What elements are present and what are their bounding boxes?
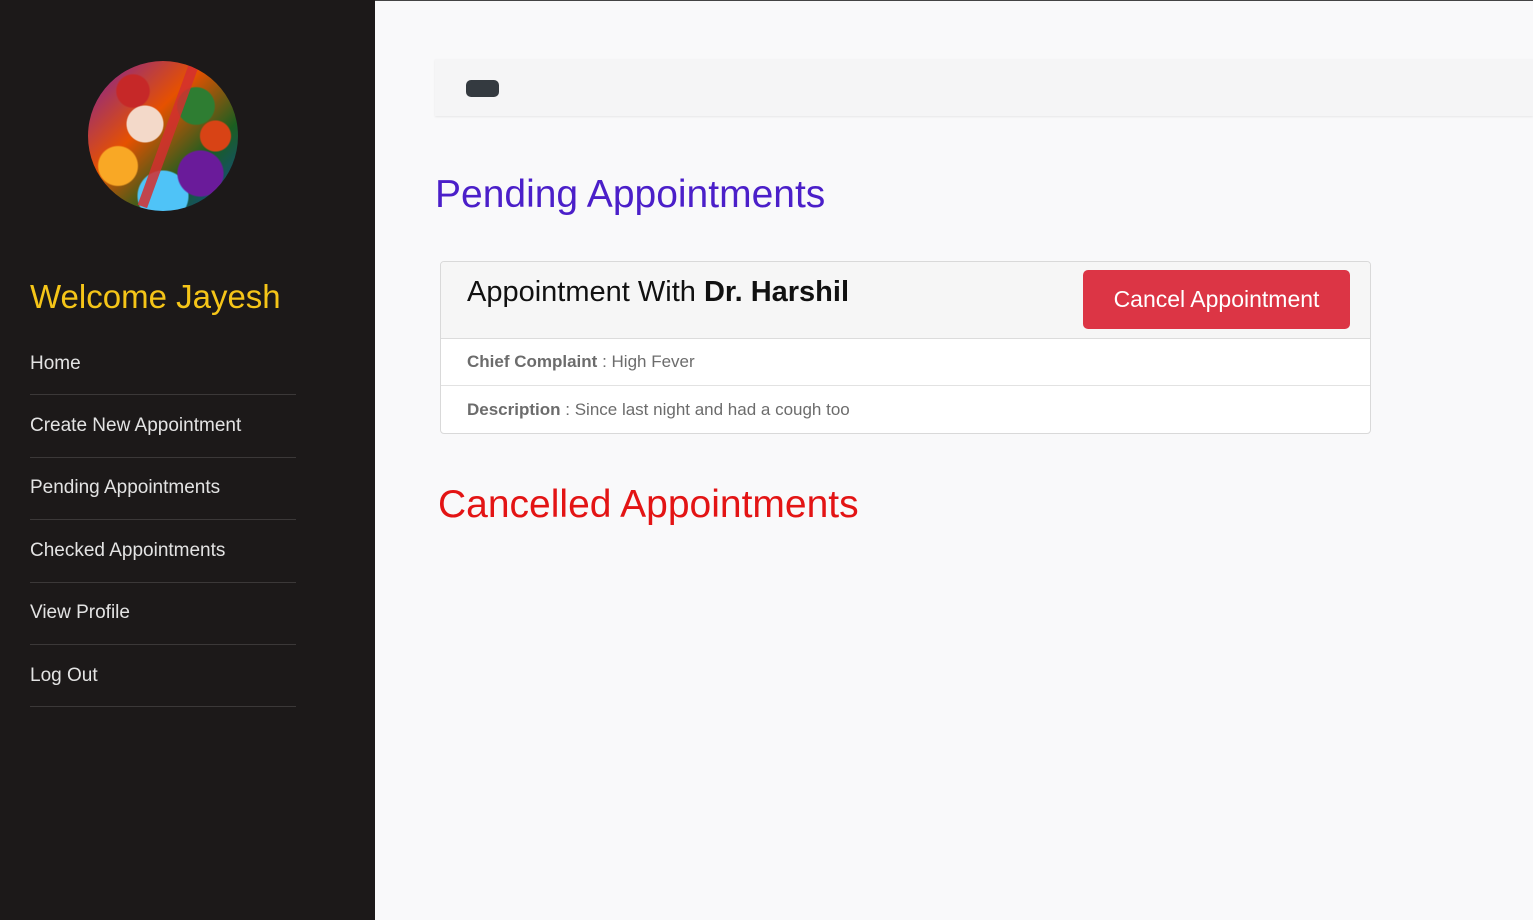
appointment-title: Appointment With Dr. Harshil	[467, 276, 849, 309]
sidebar-item-view-profile[interactable]: View Profile	[30, 583, 296, 645]
cancel-appointment-button[interactable]: Cancel Appointment	[1083, 270, 1350, 329]
welcome-heading: Welcome Jayesh	[30, 278, 281, 315]
cancelled-appointments-title: Cancelled Appointments	[438, 483, 859, 526]
description-separator: :	[560, 399, 575, 419]
sidebar-item-pending-appointments[interactable]: Pending Appointments	[30, 458, 296, 521]
chief-complaint-value: High Fever	[611, 352, 695, 371]
sidebar-item-label[interactable]: Checked Appointments	[30, 540, 225, 562]
sidebar-item-checked-appointments[interactable]: Checked Appointments	[30, 520, 296, 583]
chief-complaint-label: Chief Complaint	[467, 352, 598, 371]
sidebar-item-home[interactable]: Home	[30, 333, 296, 396]
pending-appointments-title: Pending Appointments	[435, 173, 826, 216]
description-label: Description	[467, 399, 561, 419]
sidebar-nav: Home Create New Appointment Pending Appo…	[30, 333, 296, 708]
sidebar-toggle-button[interactable]	[466, 80, 499, 97]
sidebar-item-label[interactable]: Log Out	[30, 665, 98, 687]
appointment-card-header: Appointment With Dr. Harshil Cancel Appo…	[441, 262, 1370, 339]
description-row: Description : Since last night and had a…	[441, 386, 1370, 433]
sidebar-item-log-out[interactable]: Log Out	[30, 645, 296, 708]
sidebar-item-label[interactable]: Home	[30, 353, 81, 375]
chief-complaint-separator: :	[597, 352, 612, 371]
appointment-title-prefix: Appointment With	[467, 276, 704, 308]
sidebar-item-label[interactable]: Create New Appointment	[30, 415, 241, 437]
main-content: Pending Appointments Appointment With Dr…	[375, 0, 1533, 920]
appointment-card: Appointment With Dr. Harshil Cancel Appo…	[440, 261, 1371, 434]
description-value: Since last night and had a cough too	[574, 399, 850, 419]
doctor-name: Dr. Harshil	[703, 276, 850, 308]
chief-complaint-row: Chief Complaint : High Fever	[441, 339, 1370, 386]
top-navbar	[435, 59, 1533, 116]
sidebar-item-label[interactable]: Pending Appointments	[30, 477, 220, 499]
sidebar: Welcome Jayesh Home Create New Appointme…	[0, 0, 375, 920]
sidebar-item-create-appointment[interactable]: Create New Appointment	[30, 395, 296, 458]
sidebar-item-label[interactable]: View Profile	[30, 602, 130, 624]
avatar	[88, 61, 238, 211]
